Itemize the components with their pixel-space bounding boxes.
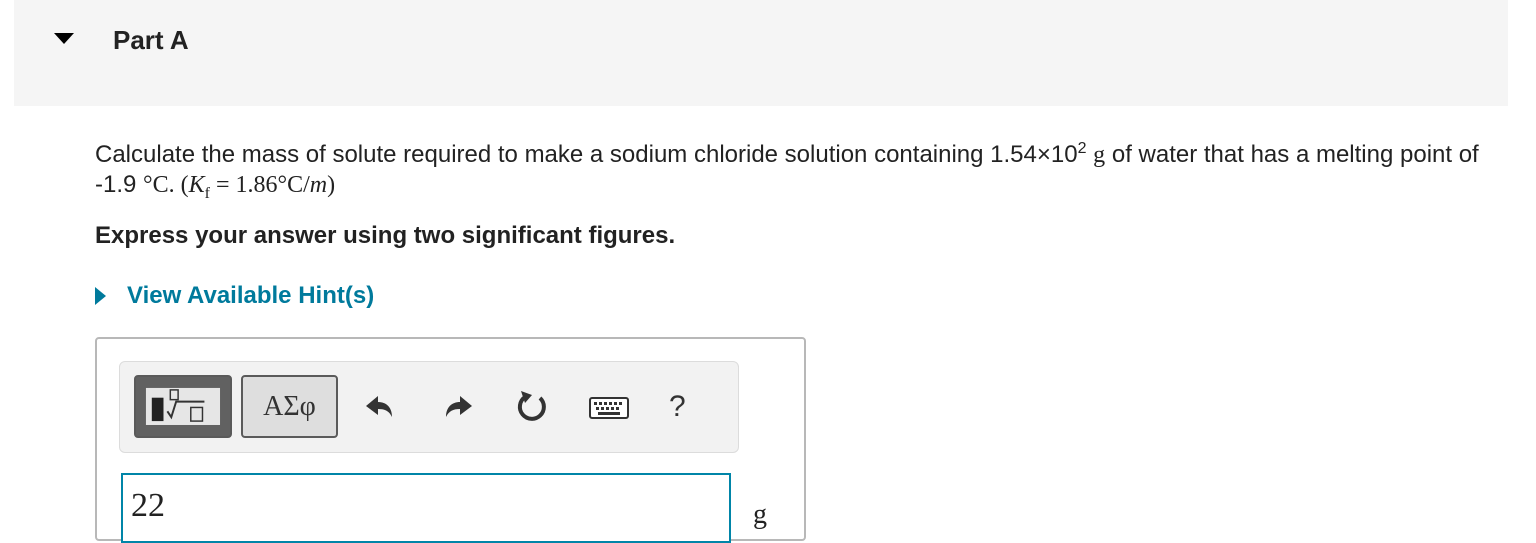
collapse-triangle-icon[interactable] (54, 33, 74, 44)
answer-unit: g (753, 499, 767, 530)
kf-close: ) (327, 172, 336, 198)
symbols-button[interactable]: ΑΣφ (241, 375, 338, 438)
keyboard-icon[interactable] (587, 386, 631, 428)
mass-unit: g (1093, 142, 1106, 168)
part-header[interactable]: Part A (14, 0, 1508, 106)
expand-arrow-icon (95, 287, 106, 305)
kf-symbol: K (188, 172, 205, 198)
hint-link-label: View Available Hint(s) (127, 282, 375, 309)
reset-icon[interactable] (512, 386, 552, 428)
temperature-unit: °C (143, 172, 169, 198)
math-toolbar: ΑΣφ ? (119, 361, 739, 453)
question-text: Calculate the mass of solute required to… (95, 134, 1525, 209)
redo-icon[interactable] (438, 386, 478, 428)
instruction: Express your answer using two significan… (95, 222, 676, 249)
undo-icon[interactable] (360, 386, 400, 428)
help-icon[interactable]: ? (669, 390, 686, 424)
view-hints-link[interactable]: View Available Hint(s) (95, 282, 374, 310)
answer-input[interactable]: 22 (121, 473, 731, 543)
templates-icon (145, 387, 221, 425)
part-title: Part A (113, 25, 189, 55)
molality-symbol: m (309, 172, 328, 198)
exponent: 2 (1077, 140, 1087, 157)
templates-button[interactable] (134, 375, 232, 438)
kf-value: = 1.86°C/ (209, 172, 310, 198)
kf-open: . ( (168, 172, 189, 198)
answer-box: ΑΣφ ? 22 g (95, 337, 806, 543)
question-text-main: Calculate the mass of solute required to… (95, 141, 1078, 168)
